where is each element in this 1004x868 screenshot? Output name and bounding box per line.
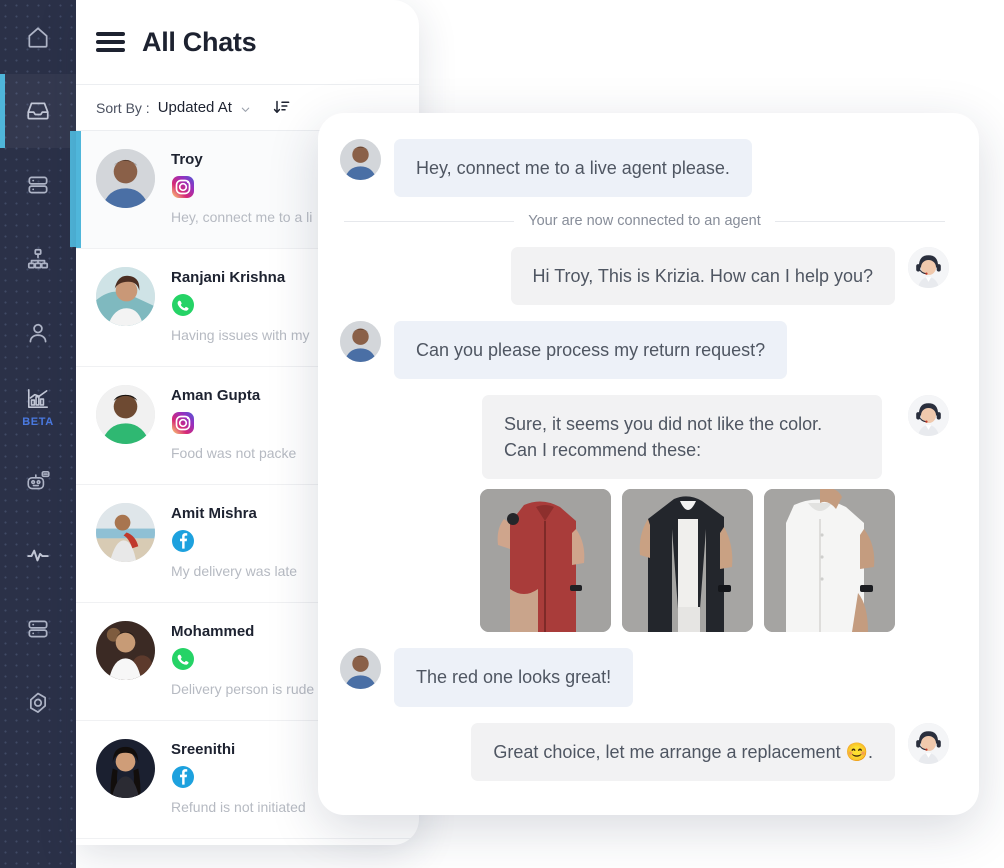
sort-descending-icon[interactable] <box>273 99 290 116</box>
avatar <box>340 321 381 363</box>
avatar <box>96 739 155 798</box>
system-divider: Your are now connected to an agent <box>344 213 946 230</box>
sidebar-item-settings[interactable] <box>0 666 76 740</box>
sidebar-item-database[interactable] <box>0 148 76 222</box>
sitemap-icon <box>25 246 51 272</box>
list-item-snippet: Hey, connect me to a li <box>171 209 313 225</box>
list-item-snippet: My delivery was late <box>171 563 298 579</box>
gear-icon <box>25 690 51 716</box>
message-bubble: The red one looks great! <box>394 648 634 707</box>
outgoing-stack: Sure, it seems you did not like the colo… <box>480 395 895 633</box>
instagram-icon <box>171 411 195 435</box>
list-item-name: Ranjani Krishna <box>171 269 286 286</box>
database-icon <box>25 616 51 642</box>
list-item-name: Mohammed <box>171 623 255 640</box>
facebook-icon <box>171 765 195 789</box>
list-item-name: Aman Gupta <box>171 387 261 404</box>
agent-avatar <box>908 722 949 764</box>
sidebar-item-storage[interactable] <box>0 592 76 666</box>
product-card-red-shirt[interactable] <box>480 489 611 633</box>
database-icon <box>25 172 51 198</box>
list-item-meta: Mohammed Delivery person is rude <box>171 621 314 697</box>
sidebar-item-flows[interactable] <box>0 222 76 296</box>
message-bubble: Hey, connect me to a live agent please. <box>394 139 752 198</box>
whatsapp-icon <box>171 293 195 317</box>
avatar <box>340 139 381 180</box>
sidebar-item-bot[interactable] <box>0 444 76 518</box>
app-root: BETA All Chats Sort By: Updated At Troy… <box>0 0 1004 868</box>
sidebar-item-inbox[interactable] <box>0 74 76 148</box>
message-row-outgoing: Great choice, let me arrange a replaceme… <box>340 722 949 781</box>
sort-label: Sort By : <box>96 99 150 116</box>
message-row-outgoing: Hi Troy, This is Krizia. How can I help … <box>340 247 949 306</box>
avatar <box>340 648 381 690</box>
message-bubble: Great choice, let me arrange a replaceme… <box>471 722 895 781</box>
divider-line-right <box>774 220 946 222</box>
robot-icon <box>25 468 51 494</box>
agent-avatar <box>908 247 949 289</box>
avatar <box>96 267 155 326</box>
analytics-icon <box>25 386 51 412</box>
list-item-meta: Aman Gupta Food was not packe <box>171 385 296 461</box>
divider-line-left <box>344 220 515 222</box>
list-item-name: Amit Mishra <box>171 505 257 522</box>
sort-value[interactable]: Updated At <box>158 99 232 116</box>
message-row-incoming: The red one looks great! <box>340 648 949 707</box>
beta-badge: BETA <box>22 416 54 428</box>
list-item-meta: Sreenithi Refund is not initiated <box>171 739 306 815</box>
chat-list-header: All Chats <box>76 0 419 85</box>
chevron-down-icon[interactable] <box>240 102 251 113</box>
whatsapp-icon <box>171 647 195 671</box>
sidebar-item-home[interactable] <box>0 0 76 74</box>
sidebar-item-activity[interactable] <box>0 518 76 592</box>
avatar <box>96 503 155 562</box>
message-bubble: Hi Troy, This is Krizia. How can I help … <box>510 247 895 306</box>
hamburger-icon[interactable] <box>96 32 125 52</box>
message-bubble: Can you please process my return request… <box>394 321 788 380</box>
activity-icon <box>25 542 51 568</box>
avatar <box>96 149 155 208</box>
inbox-icon <box>25 98 51 124</box>
list-item-snippet: Refund is not initiated <box>171 799 306 815</box>
main-sidebar: BETA <box>0 0 76 868</box>
list-item-snippet: Delivery person is rude <box>171 681 315 697</box>
instagram-icon <box>171 175 195 199</box>
avatar <box>96 385 155 444</box>
list-item-snippet: Food was not packe <box>171 445 297 461</box>
message-row-outgoing-products: Sure, it seems you did not like the colo… <box>340 395 949 633</box>
page-title: All Chats <box>142 26 257 57</box>
system-message: Your are now connected to an agent <box>528 213 761 230</box>
list-item-meta: Amit Mishra My delivery was late <box>171 503 297 579</box>
sidebar-item-contacts[interactable] <box>0 296 76 370</box>
agent-avatar <box>908 395 949 437</box>
user-icon <box>25 320 51 346</box>
sidebar-item-analytics[interactable]: BETA <box>0 370 76 444</box>
list-item-name: Sreenithi <box>171 741 236 758</box>
message-row-incoming: Can you please process my return request… <box>340 321 949 380</box>
message-row-incoming: Hey, connect me to a live agent please. <box>340 139 949 198</box>
list-item-meta: Troy Hey, connect me to a li <box>171 149 312 225</box>
list-item-snippet: Having issues with my <box>171 327 310 343</box>
product-card-white-shirt[interactable] <box>764 489 895 633</box>
home-icon <box>25 24 51 50</box>
product-recommendation-grid <box>480 489 895 633</box>
conversation-panel: Hey, connect me to a live agent please. … <box>318 113 979 815</box>
facebook-icon <box>171 529 195 553</box>
avatar <box>96 621 155 680</box>
list-item-name: Troy <box>171 151 203 168</box>
list-item-meta: Ranjani Krishna Having issues with my <box>171 267 310 343</box>
product-card-black-shirt[interactable] <box>622 489 753 633</box>
message-bubble: Sure, it seems you did not like the colo… <box>482 395 882 480</box>
